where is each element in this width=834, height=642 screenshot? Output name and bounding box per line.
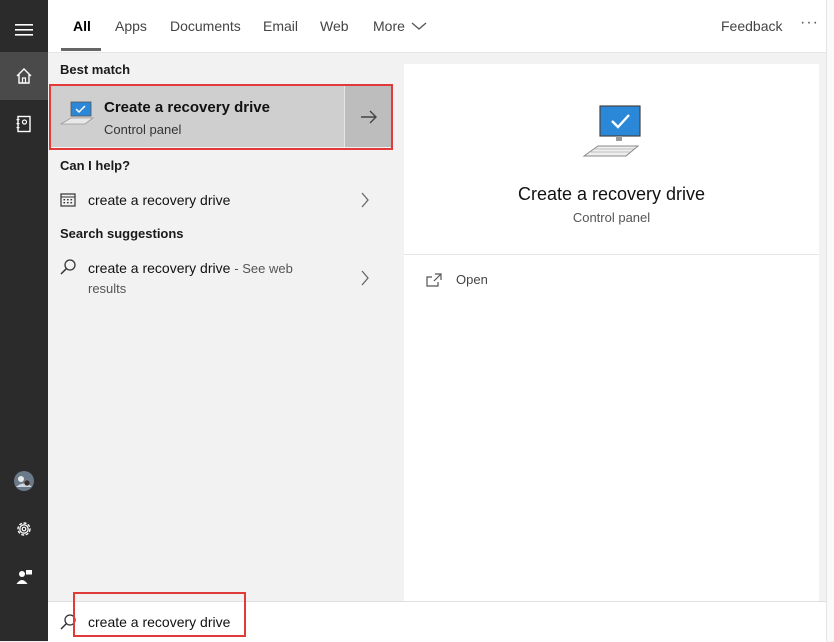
highlight-box-best-match — [49, 84, 393, 150]
open-icon — [426, 272, 442, 287]
tab-web[interactable]: Web — [320, 0, 349, 52]
suggestion-suffix-line2: results — [88, 281, 127, 296]
gear-icon — [17, 522, 31, 536]
help-item[interactable]: create a recovery drive — [48, 180, 392, 220]
avatar — [14, 471, 34, 491]
section-search-suggestions: Search suggestions — [60, 226, 184, 241]
help-item-label: create a recovery drive — [88, 192, 231, 208]
tab-more-label: More — [373, 18, 405, 34]
more-options-button[interactable]: ··· — [800, 14, 819, 32]
left-rail — [0, 0, 48, 641]
chevron-down-icon — [411, 22, 427, 30]
active-tab-indicator — [61, 48, 101, 51]
open-label: Open — [456, 272, 488, 287]
section-best-match: Best match — [60, 62, 131, 77]
window-edge — [826, 0, 834, 641]
highlight-box-search — [73, 592, 246, 637]
account-button[interactable] — [0, 457, 48, 505]
suggestion-item[interactable]: create a recovery drive - See web result… — [48, 248, 392, 304]
feedback-person-icon — [16, 570, 32, 584]
home-icon — [16, 68, 32, 84]
menu-button[interactable] — [0, 6, 48, 54]
notebook-icon — [16, 115, 31, 133]
hamburger-icon — [15, 24, 33, 36]
preview-pane: Create a recovery drive Control panel Op… — [404, 64, 819, 601]
tab-apps[interactable]: Apps — [115, 0, 147, 52]
tab-email[interactable]: Email — [263, 0, 298, 52]
feedback-link[interactable]: Feedback — [721, 0, 782, 52]
notebook-button[interactable] — [0, 100, 48, 148]
suggestion-suffix: - See web — [234, 261, 293, 276]
tab-all[interactable]: All — [73, 0, 91, 52]
preview-subtitle: Control panel — [572, 210, 651, 225]
settings-button[interactable] — [0, 505, 48, 553]
recovery-drive-icon — [582, 105, 641, 157]
preview-divider — [404, 254, 819, 255]
home-button[interactable] — [0, 52, 48, 100]
calendar-icon — [60, 193, 76, 207]
open-action[interactable]: Open — [426, 272, 488, 287]
preview-title: Create a recovery drive — [517, 184, 706, 204]
feedback-hub-button[interactable] — [0, 553, 48, 601]
section-can-i-help: Can I help? — [60, 158, 131, 173]
tab-bar: All Apps Documents Email Web More Feedba… — [48, 0, 834, 53]
chevron-right-icon — [361, 270, 369, 286]
suggestion-label: create a recovery drive — [88, 260, 231, 276]
tab-documents[interactable]: Documents — [170, 0, 241, 52]
search-icon — [60, 259, 76, 275]
chevron-right-icon — [361, 192, 369, 208]
tab-more[interactable]: More — [373, 0, 427, 52]
